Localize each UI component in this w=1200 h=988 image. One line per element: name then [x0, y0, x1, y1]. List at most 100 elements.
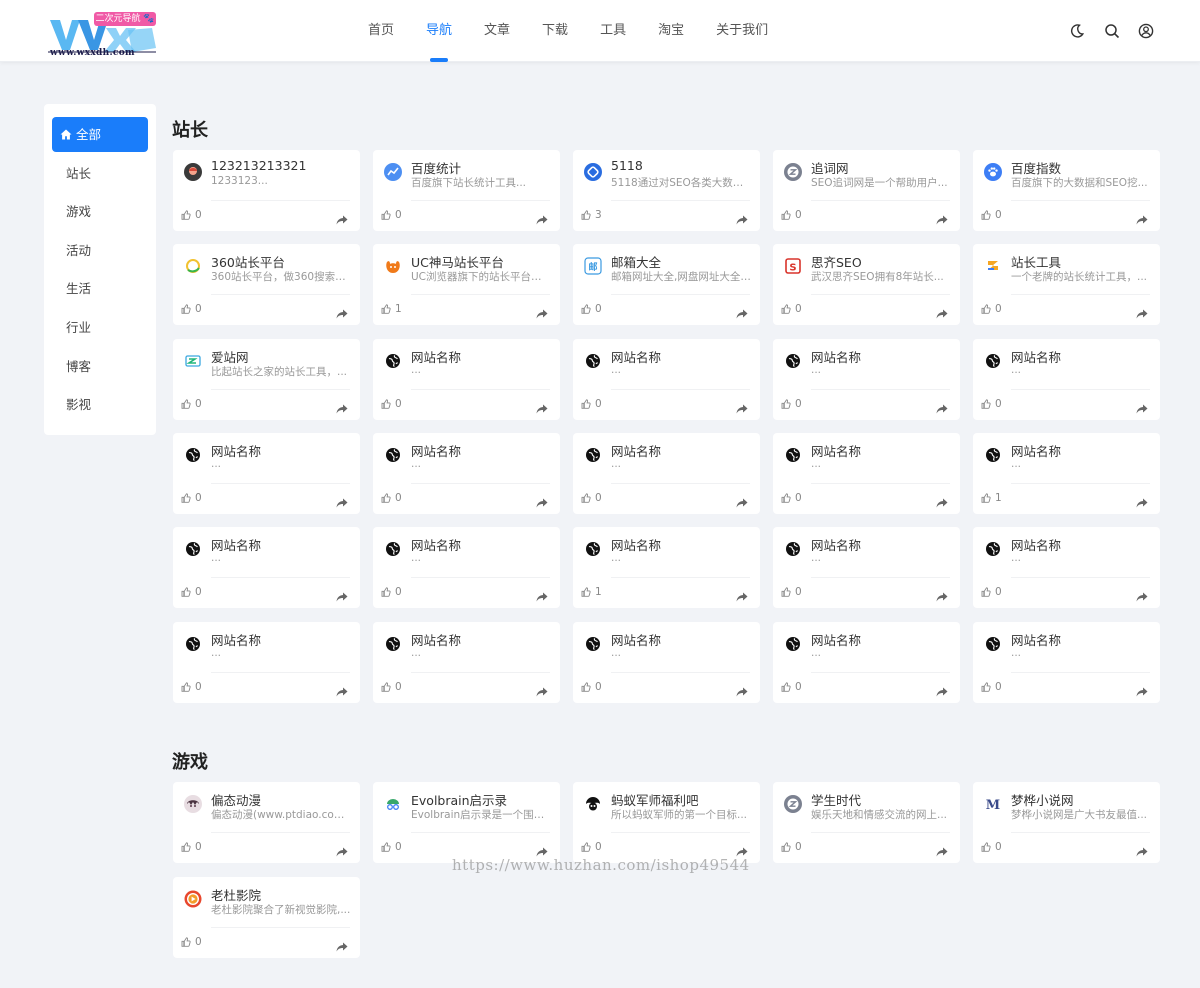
nav-item-6[interactable]: 关于我们 [716, 0, 768, 62]
like-button[interactable]: 0 [381, 681, 402, 693]
site-card[interactable]: 老杜影院 老杜影院聚合了新视觉影院,... 0 [173, 877, 360, 958]
share-icon[interactable] [1136, 587, 1148, 602]
share-icon[interactable] [936, 304, 948, 319]
site-card[interactable]: 学生时代 娱乐天地和情感交流的网上... 0 [773, 782, 960, 863]
share-icon[interactable] [736, 842, 748, 857]
like-button[interactable]: 0 [781, 398, 802, 410]
site-card[interactable]: 网站名称... 0 [573, 433, 760, 514]
like-button[interactable]: 0 [981, 303, 1002, 315]
site-card[interactable]: 网站名称... 0 [773, 527, 960, 608]
share-icon[interactable] [936, 210, 948, 225]
search-icon[interactable] [1104, 23, 1120, 39]
sidebar-item-7[interactable]: 影视 [52, 387, 148, 422]
share-icon[interactable] [1136, 682, 1148, 697]
site-logo[interactable]: 二次元导航 🐾 www.wxxdh.com [48, 10, 160, 58]
like-button[interactable]: 0 [181, 398, 202, 410]
site-card[interactable]: 网站名称... 0 [173, 433, 360, 514]
user-icon[interactable] [1138, 23, 1154, 39]
share-icon[interactable] [336, 842, 348, 857]
nav-item-3[interactable]: 下载 [542, 0, 568, 62]
site-card[interactable]: M 梦桦小说网 梦桦小说网是广大书友最值... 0 [973, 782, 1160, 863]
share-icon[interactable] [736, 304, 748, 319]
like-button[interactable]: 0 [581, 398, 602, 410]
site-card[interactable]: 网站名称... 0 [573, 339, 760, 420]
like-button[interactable]: 0 [381, 841, 402, 853]
share-icon[interactable] [1136, 842, 1148, 857]
share-icon[interactable] [936, 842, 948, 857]
like-button[interactable]: 0 [581, 492, 602, 504]
site-card[interactable]: 123213213321 1233123... 0 [173, 150, 360, 231]
site-card[interactable]: 追词网 SEO追词网是一个帮助用户... 0 [773, 150, 960, 231]
nav-item-4[interactable]: 工具 [600, 0, 626, 62]
site-card[interactable]: 爱站网 比起站长之家的站长工具，... 0 [173, 339, 360, 420]
like-button[interactable]: 0 [181, 492, 202, 504]
site-card[interactable]: 站长工具 一个老牌的站长统计工具，... 0 [973, 244, 1160, 325]
like-button[interactable]: 0 [381, 586, 402, 598]
share-icon[interactable] [336, 682, 348, 697]
sidebar-item-0[interactable]: 全部 [52, 117, 148, 152]
like-button[interactable]: 0 [381, 398, 402, 410]
like-button[interactable]: 0 [581, 681, 602, 693]
like-button[interactable]: 0 [181, 303, 202, 315]
share-icon[interactable] [1136, 399, 1148, 414]
site-card[interactable]: 网站名称... 0 [373, 527, 560, 608]
sidebar-item-5[interactable]: 行业 [52, 310, 148, 345]
like-button[interactable]: 1 [981, 492, 1002, 504]
share-icon[interactable] [336, 304, 348, 319]
share-icon[interactable] [536, 842, 548, 857]
share-icon[interactable] [336, 937, 348, 952]
share-icon[interactable] [536, 682, 548, 697]
site-card[interactable]: 网站名称... 0 [773, 339, 960, 420]
site-card[interactable]: 网站名称... 1 [573, 527, 760, 608]
site-card[interactable]: 偏态动漫 偏态动漫(www.ptdiao.com)... 0 [173, 782, 360, 863]
site-card[interactable]: S 思齐SEO 武汉思齐SEO拥有8年站长... 0 [773, 244, 960, 325]
like-button[interactable]: 0 [981, 398, 1002, 410]
site-card[interactable]: 网站名称... 0 [373, 622, 560, 703]
site-card[interactable]: UC神马站长平台 UC浏览器旗下的站长平台，... 1 [373, 244, 560, 325]
sidebar-item-2[interactable]: 游戏 [52, 194, 148, 229]
like-button[interactable]: 0 [781, 303, 802, 315]
share-icon[interactable] [336, 399, 348, 414]
like-button[interactable]: 0 [781, 492, 802, 504]
share-icon[interactable] [536, 587, 548, 602]
share-icon[interactable] [336, 587, 348, 602]
share-icon[interactable] [1136, 493, 1148, 508]
site-card[interactable]: 网站名称... 0 [173, 527, 360, 608]
share-icon[interactable] [736, 493, 748, 508]
share-icon[interactable] [536, 304, 548, 319]
share-icon[interactable] [936, 682, 948, 697]
share-icon[interactable] [736, 210, 748, 225]
site-card[interactable]: 5118 5118通过对SEO各类大数据... 3 [573, 150, 760, 231]
share-icon[interactable] [936, 587, 948, 602]
like-button[interactable]: 0 [381, 209, 402, 221]
like-button[interactable]: 1 [581, 586, 602, 598]
like-button[interactable]: 0 [181, 841, 202, 853]
moon-icon[interactable] [1069, 23, 1085, 39]
like-button[interactable]: 0 [781, 586, 802, 598]
share-icon[interactable] [736, 587, 748, 602]
site-card[interactable]: 网站名称... 0 [773, 622, 960, 703]
share-icon[interactable] [736, 682, 748, 697]
like-button[interactable]: 0 [181, 681, 202, 693]
nav-item-1[interactable]: 导航 [426, 0, 452, 62]
site-card[interactable]: 网站名称... 0 [373, 339, 560, 420]
sidebar-item-3[interactable]: 活动 [52, 233, 148, 268]
like-button[interactable]: 0 [981, 586, 1002, 598]
like-button[interactable]: 0 [781, 681, 802, 693]
like-button[interactable]: 0 [981, 681, 1002, 693]
like-button[interactable]: 0 [781, 841, 802, 853]
like-button[interactable]: 0 [181, 936, 202, 948]
share-icon[interactable] [536, 210, 548, 225]
like-button[interactable]: 0 [981, 841, 1002, 853]
share-icon[interactable] [1136, 210, 1148, 225]
like-button[interactable]: 0 [181, 586, 202, 598]
like-button[interactable]: 0 [581, 303, 602, 315]
share-icon[interactable] [936, 399, 948, 414]
nav-item-0[interactable]: 首页 [368, 0, 394, 62]
like-button[interactable]: 0 [381, 492, 402, 504]
like-button[interactable]: 0 [981, 209, 1002, 221]
site-card[interactable]: 蚂蚁军师福利吧 所以蚂蚁军师的第一个目标... 0 [573, 782, 760, 863]
site-card[interactable]: 网站名称... 0 [373, 433, 560, 514]
site-card[interactable]: 网站名称... 0 [773, 433, 960, 514]
nav-item-5[interactable]: 淘宝 [658, 0, 684, 62]
